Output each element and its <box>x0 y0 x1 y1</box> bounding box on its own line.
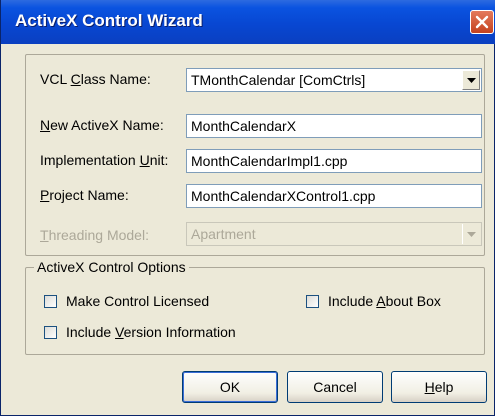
make-licensed-checkbox[interactable] <box>44 294 57 308</box>
vcl-class-name-label: VCL Class Name: <box>40 71 151 87</box>
chevron-down-icon <box>466 77 476 83</box>
window-title: ActiveX Control Wizard <box>15 11 203 30</box>
project-name-input[interactable]: MonthCalendarXControl1.cpp <box>186 184 482 208</box>
about-box-checkbox[interactable] <box>306 294 319 308</box>
threading-model-value: Apartment <box>191 226 256 242</box>
settings-group: VCL Class Name: TMonthCalendar [ComCtrls… <box>25 54 485 256</box>
implementation-unit-input[interactable]: MonthCalendarImpl1.cpp <box>186 149 482 173</box>
version-info-label: Include Version Information <box>66 324 236 340</box>
close-icon <box>475 15 489 29</box>
help-button[interactable]: Help <box>391 371 487 403</box>
options-group-title: ActiveX Control Options <box>34 259 189 275</box>
close-button[interactable] <box>470 10 494 34</box>
about-box-label: Include About Box <box>328 293 441 309</box>
version-info-checkbox-row[interactable]: Include Version Information <box>44 324 236 340</box>
threading-model-label: Threading Model: <box>40 227 149 243</box>
title-bar[interactable]: ActiveX Control Wizard <box>1 0 495 44</box>
threading-model-combo: Apartment <box>186 222 482 246</box>
cancel-button[interactable]: Cancel <box>287 371 383 403</box>
vcl-class-name-combo[interactable]: TMonthCalendar [ComCtrls] <box>186 68 482 92</box>
make-licensed-checkbox-row[interactable]: Make Control Licensed <box>44 293 209 309</box>
version-info-checkbox[interactable] <box>44 325 57 339</box>
vcl-class-dropdown-button[interactable] <box>462 70 480 90</box>
make-licensed-label: Make Control Licensed <box>66 293 210 309</box>
threading-model-dropdown-button <box>462 224 480 244</box>
new-activex-name-input[interactable]: MonthCalendarX <box>186 114 482 138</box>
project-name-label: Project Name: <box>40 187 129 203</box>
vcl-class-name-value: TMonthCalendar [ComCtrls] <box>191 72 366 88</box>
dialog-window: ActiveX Control Wizard VCL Class Name: T… <box>0 0 495 416</box>
implementation-unit-label: Implementation Unit: <box>40 152 169 168</box>
about-box-checkbox-row[interactable]: Include About Box <box>306 293 441 309</box>
activex-options-group: ActiveX Control Options Make Control Lic… <box>25 259 485 355</box>
new-activex-name-label: New ActiveX Name: <box>40 117 164 133</box>
chevron-down-icon <box>467 231 476 237</box>
ok-button[interactable]: OK <box>182 371 278 403</box>
